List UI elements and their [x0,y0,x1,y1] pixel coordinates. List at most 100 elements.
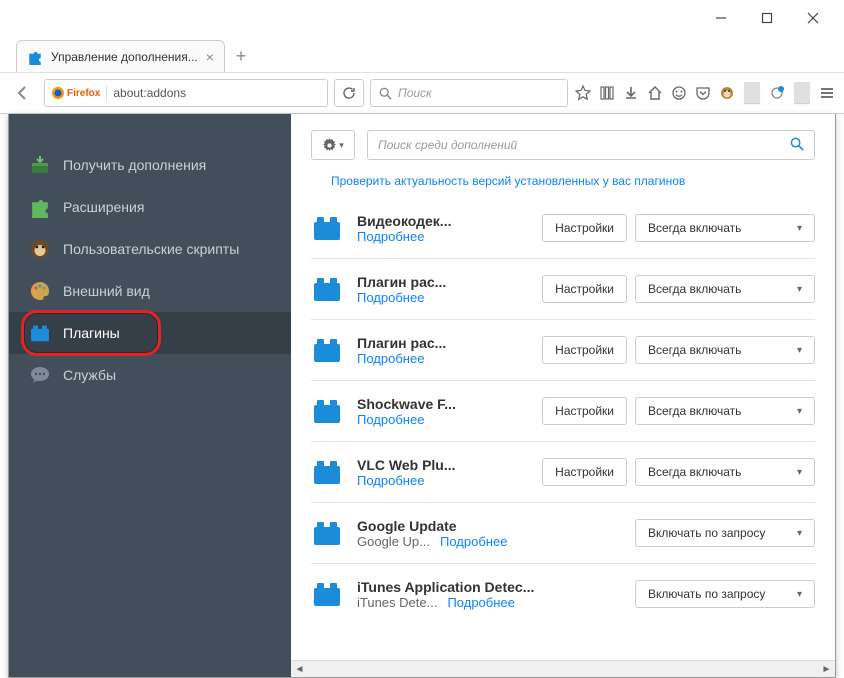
notification-icon[interactable] [768,84,786,102]
close-window-button[interactable] [790,3,836,33]
menu-icon[interactable] [818,84,836,102]
plugin-details-link[interactable]: Подробнее [440,534,507,549]
chat-icon [29,364,51,386]
home-icon[interactable] [646,84,664,102]
sidebar-item-label: Расширения [63,199,144,215]
lego-icon [311,517,343,549]
browser-tab[interactable]: Управление дополнения... × [16,40,225,72]
plugin-name: Плагин рас... [357,274,528,290]
scroll-left-icon[interactable]: ◄ [291,661,308,678]
plugin-activation-dropdown[interactable]: Всегда включать [635,275,815,303]
lego-icon [311,334,343,366]
scroll-right-icon[interactable]: ► [818,661,835,678]
search-bar[interactable]: Поиск [370,79,568,107]
plugin-name: VLC Web Plu... [357,457,528,473]
check-updates-link-row: Проверить актуальность версий установлен… [291,170,835,198]
lego-icon [29,322,51,344]
search-placeholder: Поиск [398,86,432,100]
horizontal-scrollbar[interactable]: ◄ ► [291,660,835,677]
plugin-settings-button[interactable]: Настройки [542,214,627,242]
sidebar-item-4[interactable]: Плагины [9,312,291,354]
plugin-settings-button[interactable]: Настройки [542,336,627,364]
puzzle-icon [29,196,51,218]
plugin-name: Плагин рас... [357,335,528,351]
plugin-desc: iTunes Dete... [357,595,437,610]
plugin-row: iTunes Application Detec...iTunes Dete..… [311,564,815,624]
gear-icon [322,138,337,153]
plugin-row: Google UpdateGoogle Up... Подробнее Включа… [311,503,815,564]
sidebar-item-label: Внешний вид [63,283,150,299]
url-text: about:addons [113,86,186,100]
plugin-name: Google Update [357,518,621,534]
sidebar-item-3[interactable]: Внешний вид [9,270,291,312]
sidebar-item-label: Пользовательские скрипты [63,241,239,257]
new-tab-button[interactable]: + [225,40,257,72]
tab-strip: Управление дополнения... × + [0,36,844,72]
plugin-details-link[interactable]: Подробнее [447,595,514,610]
palette-icon [29,280,51,302]
library-icon[interactable] [598,84,616,102]
sidebar-item-5[interactable]: Службы [9,354,291,396]
plugin-activation-dropdown[interactable]: Всегда включать [635,458,815,486]
addon-search-input[interactable]: Поиск среди дополнений [367,130,815,160]
pocket-icon[interactable] [694,84,712,102]
main-toolbar: ▾ Поиск среди дополнений [291,114,835,170]
box-download-icon [29,154,51,176]
main-panel: ▾ Поиск среди дополнений Проверить актуа… [291,114,835,677]
monkey-icon [29,238,51,260]
plugin-settings-button[interactable]: Настройки [542,397,627,425]
plugin-details-link[interactable]: Подробнее [357,290,424,305]
back-button[interactable] [8,78,38,108]
monkey-toolbar-icon[interactable] [718,84,736,102]
search-icon [379,87,392,100]
lego-icon [311,456,343,488]
plugin-details-link[interactable]: Подробнее [357,412,424,427]
check-updates-link[interactable]: Проверить актуальность версий установлен… [331,174,685,188]
plugin-row: Видеокодек...Подробнее Настройки Всегда вк… [311,198,815,259]
plugin-row: Плагин рас...Подробнее Настройки Всегда вк… [311,320,815,381]
sidebar-item-1[interactable]: Расширения [9,186,291,228]
lego-icon [311,273,343,305]
plugin-settings-button[interactable]: Настройки [542,458,627,486]
plugin-activation-dropdown[interactable]: Всегда включать [635,214,815,242]
url-bar[interactable]: Firefox about:addons [44,79,328,107]
plugin-row: Плагин рас...Подробнее Настройки Всегда вк… [311,259,815,320]
tools-menu-button[interactable]: ▾ [311,130,355,160]
tab-title: Управление дополнения... [51,50,198,64]
sidebar-item-0[interactable]: Получить дополнения [9,144,291,186]
puzzle-icon [27,49,43,65]
plugin-name: iTunes Application Detec... [357,579,621,595]
plugin-settings-button[interactable]: Настройки [542,275,627,303]
face-icon[interactable] [670,84,688,102]
window-titlebar [0,0,844,36]
sidebar-item-2[interactable]: Пользовательские скрипты [9,228,291,270]
plugin-name: Shockwave F... [357,396,528,412]
plugin-row: Shockwave F...Подробнее Настройки Всегда в… [311,381,815,442]
addon-search-placeholder: Поиск среди дополнений [378,138,517,152]
plugin-desc: Google Up... [357,534,430,549]
sidebar-item-label: Плагины [63,325,120,341]
plugin-details-link[interactable]: Подробнее [357,229,424,244]
plugin-activation-dropdown[interactable]: Включать по запросу [635,580,815,608]
firefox-icon [51,86,65,100]
bookmark-star-icon[interactable] [574,84,592,102]
plugin-details-link[interactable]: Подробнее [357,351,424,366]
plugin-activation-dropdown[interactable]: Всегда включать [635,397,815,425]
search-icon[interactable] [790,137,804,154]
lego-icon [311,212,343,244]
navbar: Firefox about:addons Поиск [0,72,844,114]
minimize-button[interactable] [698,3,744,33]
reload-button[interactable] [334,79,364,107]
tab-close-icon[interactable]: × [206,49,214,65]
plugin-list: Видеокодек...ПодробнееНастройкиВсегда вк… [291,198,835,660]
lego-icon [311,578,343,610]
identity-block: Firefox [51,86,100,100]
sidebar-item-label: Получить дополнения [63,157,206,173]
downloads-icon[interactable] [622,84,640,102]
addons-sidebar: Получить дополнения Расширения Пользовател… [9,114,291,677]
plugin-activation-dropdown[interactable]: Всегда включать [635,336,815,364]
maximize-button[interactable] [744,3,790,33]
plugin-name: Видеокодек... [357,213,528,229]
plugin-details-link[interactable]: Подробнее [357,473,424,488]
plugin-activation-dropdown[interactable]: Включать по запросу [635,519,815,547]
